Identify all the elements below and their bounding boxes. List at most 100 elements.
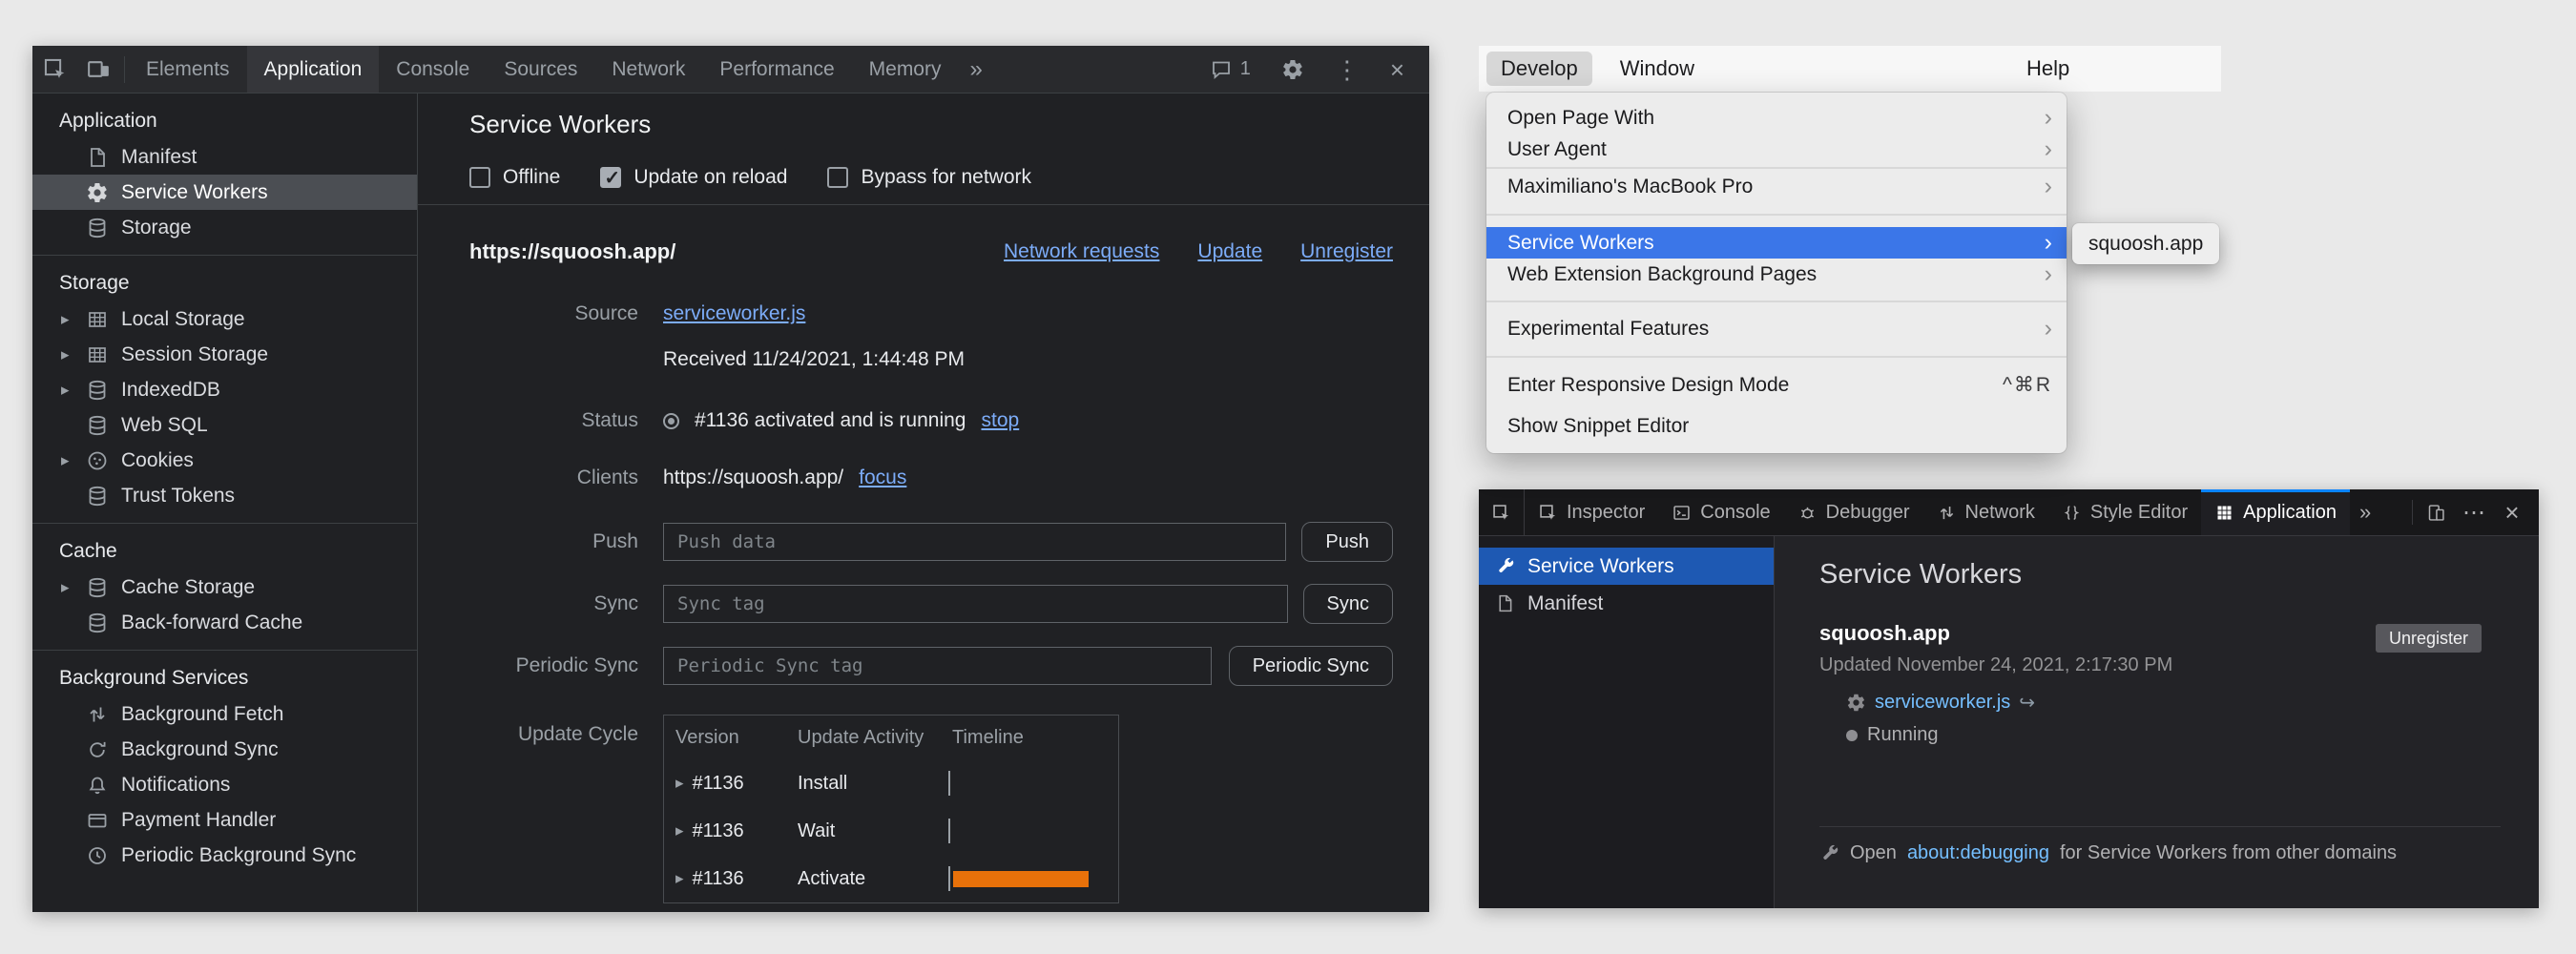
sidebar-item-cache-storage[interactable]: Cache Storage [32, 570, 417, 605]
sync-button[interactable]: Sync [1303, 584, 1393, 624]
sidebar-item-trust-tokens[interactable]: Trust Tokens [32, 478, 417, 513]
close-icon[interactable]: × [1390, 57, 1404, 82]
inspect-element-button[interactable] [32, 46, 76, 93]
periodic-sync-button[interactable]: Periodic Sync [1229, 646, 1393, 686]
expand-arrow-icon[interactable]: ▸ [675, 774, 684, 793]
sidebar-item-manifest[interactable]: Manifest [32, 139, 417, 175]
tab-label: Console [1700, 502, 1770, 524]
periodic-sync-row: Periodic Sync Periodic Sync [469, 646, 1393, 686]
sidebar-item-manifest[interactable]: Manifest [1479, 585, 1774, 622]
menubar-item-develop[interactable]: Develop [1486, 52, 1592, 86]
tab-debugger[interactable]: Debugger [1784, 489, 1923, 535]
push-label: Push [469, 530, 638, 553]
menu-item-macbook-pro[interactable]: Maximiliano's MacBook Pro › [1486, 171, 2067, 202]
pick-element-button[interactable] [1479, 489, 1525, 535]
tab-application[interactable]: Application [247, 46, 380, 93]
sidebar-item-back-forward-cache[interactable]: Back-forward Cache [32, 605, 417, 640]
sidebar-section-application: Application [32, 103, 417, 139]
unregister-button[interactable]: Unregister [2376, 624, 2482, 653]
submenu-chevron-icon: › [2045, 262, 2052, 286]
menu-item-web-extension-background-pages[interactable]: Web Extension Background Pages › [1486, 259, 2067, 290]
sidebar-item-web-sql[interactable]: Web SQL [32, 407, 417, 443]
sidebar-item-session-storage[interactable]: Session Storage [32, 337, 417, 372]
bypass-for-network-checkbox[interactable]: Bypass for network [827, 166, 1031, 189]
serviceworker-file-link[interactable]: serviceworker.js [1875, 692, 2010, 714]
open-in-debugger-icon[interactable]: ↪ [2019, 691, 2035, 715]
kebab-menu-icon[interactable]: ⋮ [1335, 57, 1360, 82]
sidebar-item-local-storage[interactable]: Local Storage [32, 301, 417, 337]
tab-network[interactable]: Network [594, 46, 702, 93]
more-tabs-button[interactable]: » [958, 46, 993, 93]
responsive-design-mode-button[interactable] [2417, 489, 2455, 535]
sidebar-item-background-fetch[interactable]: Background Fetch [32, 696, 417, 732]
offline-checkbox[interactable]: Offline [469, 166, 560, 189]
sync-row: Sync Sync [469, 584, 1393, 624]
sync-tag-input[interactable] [663, 585, 1288, 623]
sidebar-item-payment-handler[interactable]: Payment Handler [32, 802, 417, 838]
timeline-tick [948, 771, 950, 796]
settings-gear-icon[interactable] [1281, 58, 1304, 81]
tab-elements[interactable]: Elements [129, 46, 247, 93]
unregister-link[interactable]: Unregister [1300, 240, 1393, 263]
sidebar-item-notifications[interactable]: Notifications [32, 767, 417, 802]
network-requests-link[interactable]: Network requests [1004, 240, 1159, 263]
menu-item-enter-responsive-design-mode[interactable]: Enter Responsive Design Mode ^⌘R [1486, 369, 2067, 401]
focus-link[interactable]: focus [859, 467, 906, 489]
expand-arrow-icon[interactable] [61, 578, 86, 597]
expand-arrow-icon[interactable] [61, 310, 86, 329]
expand-arrow-icon[interactable] [61, 345, 86, 364]
tab-console[interactable]: Console [379, 46, 487, 93]
menubar-item-help[interactable]: Help [2012, 52, 2084, 86]
sidebar-item-storage[interactable]: Storage [32, 210, 417, 245]
expand-arrow-icon[interactable]: ▸ [675, 869, 684, 888]
sidebar-item-background-sync[interactable]: Background Sync [32, 732, 417, 767]
menu-item-experimental-features[interactable]: Experimental Features › [1486, 313, 2067, 344]
sidebar-item-indexeddb[interactable]: IndexedDB [32, 372, 417, 407]
clients-row: Clients https://squoosh.app/ focus [469, 467, 1393, 489]
sidebar-item-service-workers[interactable]: Service Workers [1479, 548, 1774, 585]
menu-item-user-agent[interactable]: User Agent › [1486, 134, 2067, 165]
service-workers-submenu-item[interactable]: squoosh.app [2072, 223, 2219, 264]
tab-application[interactable]: Application [2201, 489, 2350, 535]
database-icon [86, 414, 109, 437]
expand-arrow-icon[interactable]: ▸ [675, 821, 684, 840]
tab-memory[interactable]: Memory [852, 46, 959, 93]
issues-button[interactable]: 1 [1210, 58, 1251, 81]
tab-inspector[interactable]: Inspector [1525, 489, 1658, 535]
sidebar-item-periodic-background-sync[interactable]: Periodic Background Sync [32, 838, 417, 873]
tab-console[interactable]: Console [1658, 489, 1783, 535]
meatball-menu-icon[interactable]: ⋯ [2455, 489, 2493, 535]
menubar-item-window[interactable]: Window [1606, 52, 1709, 86]
serviceworker-file-link[interactable]: serviceworker.js [663, 302, 805, 325]
more-tabs-button[interactable]: » [2350, 489, 2380, 535]
toolbar-divider [2412, 500, 2413, 525]
submenu-chevron-icon: › [2045, 317, 2052, 341]
stop-link[interactable]: stop [981, 409, 1019, 432]
close-icon[interactable]: × [2493, 489, 2531, 535]
table-row-activate[interactable]: ▸#1136 Activate [664, 855, 1118, 902]
device-toolbar-button[interactable] [76, 46, 120, 93]
about-debugging-link[interactable]: about:debugging [1907, 842, 2049, 864]
sidebar-item-cookies[interactable]: Cookies [32, 443, 417, 478]
tab-sources[interactable]: Sources [487, 46, 594, 93]
menu-item-show-snippet-editor[interactable]: Show Snippet Editor [1486, 410, 2067, 442]
table-row-wait[interactable]: ▸#1136 Wait [664, 807, 1118, 855]
sidebar-item-service-workers[interactable]: Service Workers [32, 175, 417, 210]
update-on-reload-checkbox[interactable]: Update on reload [600, 166, 787, 189]
tab-style-editor[interactable]: Style Editor [2048, 489, 2201, 535]
update-link[interactable]: Update [1197, 240, 1262, 263]
push-data-input[interactable] [663, 523, 1286, 561]
periodic-sync-tag-input[interactable] [663, 647, 1212, 685]
tab-network[interactable]: Network [1923, 489, 2048, 535]
activity-value: Wait [786, 820, 948, 842]
push-button[interactable]: Push [1301, 522, 1393, 562]
expand-arrow-icon[interactable] [61, 451, 86, 470]
menu-item-open-page-with[interactable]: Open Page With › [1486, 102, 2067, 134]
tab-performance[interactable]: Performance [702, 46, 851, 93]
table-row-install[interactable]: ▸#1136 Install [664, 759, 1118, 807]
panel-title: Service Workers [469, 93, 1393, 155]
expand-arrow-icon[interactable] [61, 381, 86, 400]
menu-item-service-workers[interactable]: Service Workers › [1486, 227, 2067, 259]
checkbox-box [469, 167, 490, 188]
manifest-icon [1495, 593, 1515, 613]
